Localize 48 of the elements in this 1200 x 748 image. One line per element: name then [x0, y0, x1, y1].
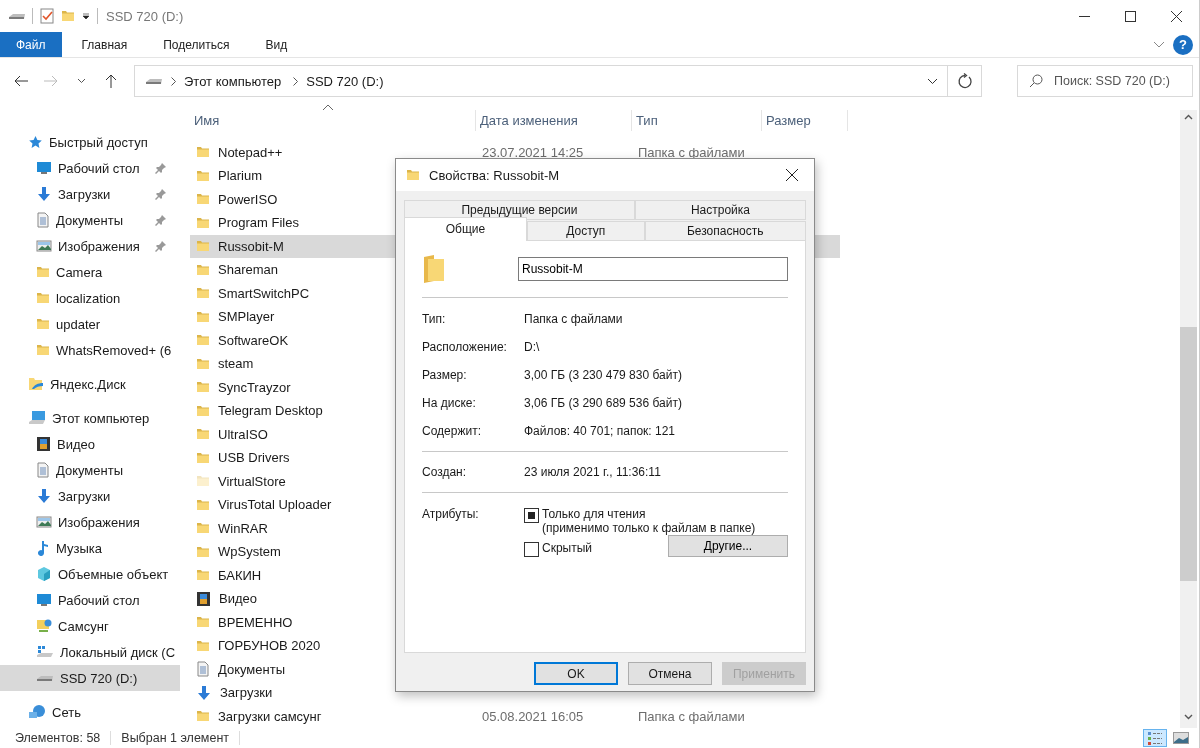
status-text: Выбран 1 элемент	[121, 731, 240, 745]
file-name: Russobit-M	[218, 238, 284, 254]
property-label: Создан:	[422, 465, 468, 479]
property-value: D:\	[524, 340, 540, 354]
dialog-title: Свойства: Russobit-M	[429, 167, 560, 183]
property-label: На диске:	[422, 396, 477, 410]
file-name: WpSystem	[218, 544, 281, 560]
file-name: ВРЕМЕННО	[218, 614, 293, 630]
status-text: Элементов: 58	[15, 731, 112, 745]
checkbox-label: Скрытый	[542, 541, 593, 555]
property-value: 23 июля 2021 г., 11:36:11	[524, 465, 661, 479]
property-label: Содержит:	[422, 424, 482, 438]
modified-date: 05.08.2021 16:05	[482, 708, 585, 724]
file-name: WinRAR	[218, 520, 268, 536]
property-value: Файлов: 40 701; папок: 121	[524, 424, 675, 438]
file-name: SoftwareOK	[218, 332, 289, 348]
file-name: Shareman	[218, 262, 278, 278]
checkbox-label: Только для чтения (применимо только к файлам в папке)	[542, 507, 756, 535]
file-name: БАКИН	[218, 567, 262, 583]
file-name: Telegram Desktop	[218, 403, 323, 419]
file-name: Загрузки	[220, 685, 273, 701]
file-name: USB Drivers	[218, 450, 290, 466]
window-title: SSD 720 (D:)	[106, 8, 184, 24]
file-name: ГОРБУНОВ 2020	[218, 638, 321, 654]
file-name: VirtualStore	[218, 473, 286, 489]
file-type: Папка с файлами	[638, 144, 746, 160]
property-value: 3,06 ГБ (3 290 689 536 байт)	[524, 396, 682, 410]
file-name: UltraISO	[218, 426, 268, 442]
property-value: 3,00 ГБ (3 230 479 830 байт)	[524, 368, 682, 382]
property-label: Расположение:	[422, 340, 508, 354]
file-name: Загрузки самсунг	[218, 708, 322, 724]
file-name: Документы	[218, 661, 285, 677]
file-name: Program Files	[218, 215, 299, 231]
file-name: Plarium	[218, 168, 263, 184]
modified-date: 23.07.2021 14:25	[482, 144, 585, 160]
file-name: SyncTrayzor	[218, 379, 291, 395]
file-name: VirusTotal Uploader	[218, 497, 332, 513]
file-name: steam	[218, 356, 254, 372]
file-type: Папка с файлами	[638, 708, 746, 724]
file-name: SMPlayer	[218, 309, 275, 325]
file-name: PowerISO	[218, 191, 278, 207]
property-label: Размер:	[422, 368, 468, 382]
property-value: Папка с файлами	[524, 312, 623, 326]
file-name: SmartSwitchPC	[218, 285, 310, 301]
property-label: Тип:	[422, 312, 447, 326]
file-name: Видео	[219, 591, 257, 607]
property-label: Атрибуты:	[422, 507, 480, 523]
file-name: Notepad++	[218, 144, 283, 160]
